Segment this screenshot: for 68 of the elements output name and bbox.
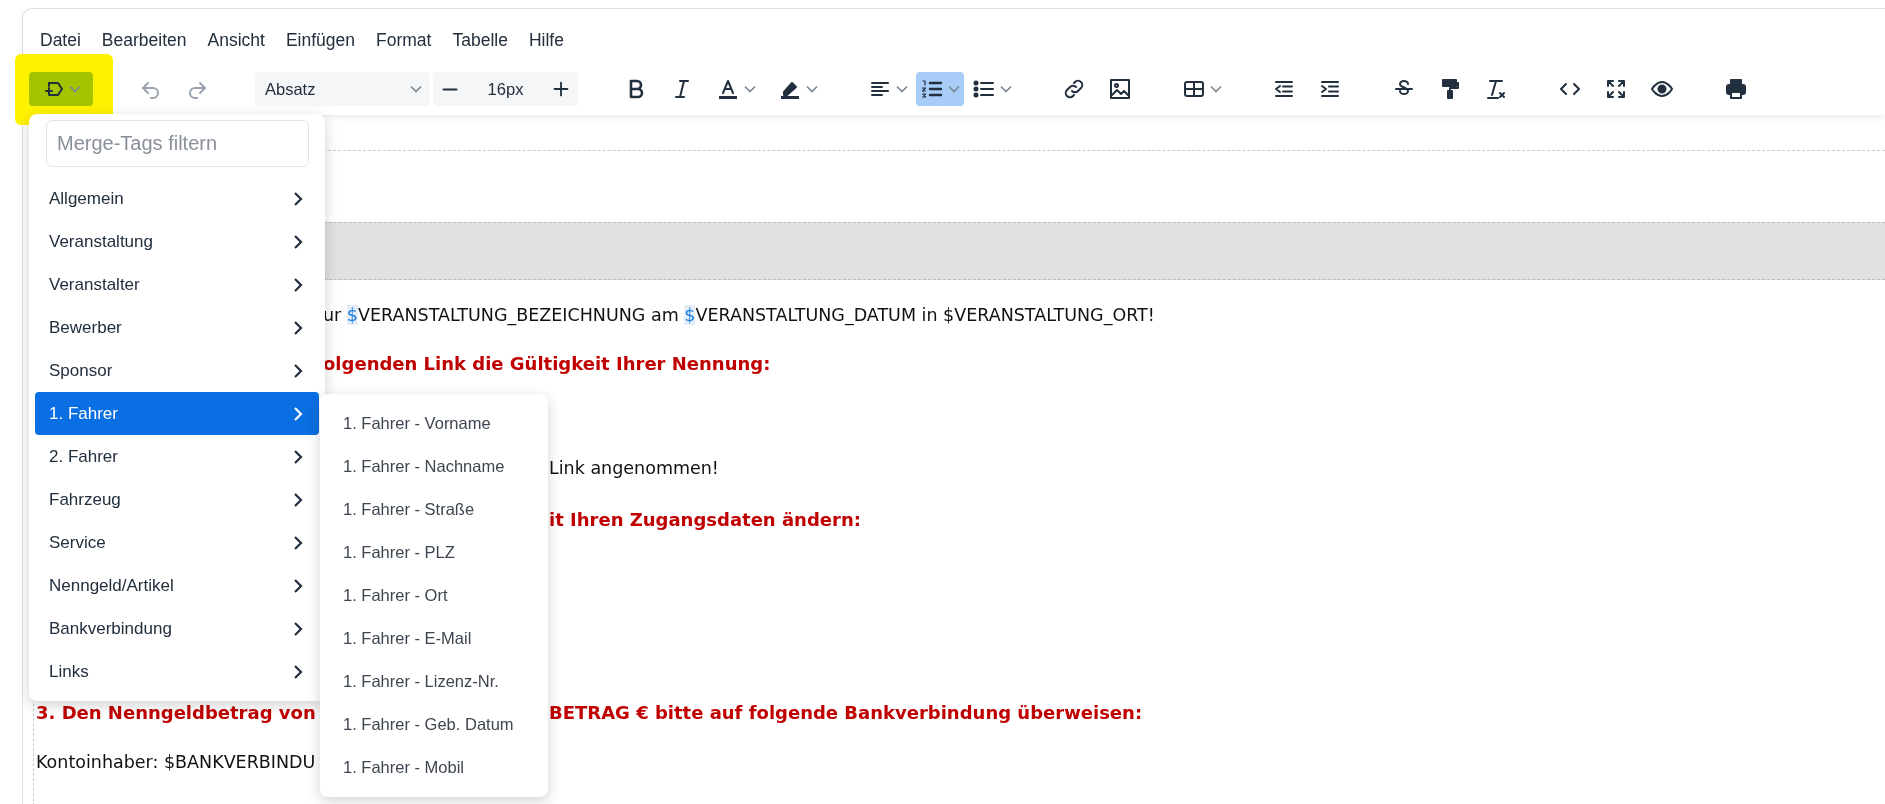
caret-icon bbox=[69, 85, 81, 93]
menu-item[interactable]: Hilfe bbox=[523, 29, 580, 51]
chevron-icon bbox=[293, 448, 303, 465]
clear-format-icon bbox=[1484, 77, 1508, 101]
submenu-item[interactable]: 1. Fahrer - Mobil bbox=[320, 746, 548, 789]
menu-item[interactable]: Veranstalter bbox=[35, 263, 319, 306]
menu-item[interactable]: Tabelle bbox=[447, 29, 524, 51]
font-size-field[interactable]: 16px bbox=[433, 72, 578, 106]
menu-item[interactable]: Bewerber bbox=[35, 306, 319, 349]
document-text: it Ihren Zugangsdaten ändern: bbox=[548, 508, 861, 532]
caret-icon bbox=[1210, 85, 1222, 93]
minus-icon bbox=[442, 87, 458, 91]
caret-icon bbox=[896, 85, 908, 93]
caret-icon bbox=[948, 85, 960, 93]
menu-item[interactable]: Datei bbox=[35, 29, 97, 51]
print-icon bbox=[1724, 77, 1748, 101]
numbered-list-button[interactable] bbox=[916, 72, 964, 106]
fullscreen-icon bbox=[1604, 77, 1628, 101]
font-size-value: 16px bbox=[486, 79, 525, 99]
chevron-icon bbox=[293, 190, 303, 207]
document-text: Link angenommen! bbox=[548, 457, 719, 480]
chevron-icon bbox=[293, 534, 303, 551]
text-color-icon bbox=[716, 77, 740, 101]
menu-item[interactable]: 2. Fahrer bbox=[35, 435, 319, 478]
menu-item[interactable]: Allgemein bbox=[35, 177, 319, 220]
caret-icon bbox=[744, 85, 756, 93]
chevron-icon bbox=[293, 577, 303, 594]
menu-item[interactable]: Sponsor bbox=[35, 349, 319, 392]
numbered-list-icon bbox=[920, 77, 944, 101]
menu-item[interactable]: 1. Fahrer bbox=[35, 392, 319, 435]
chevron-icon bbox=[293, 233, 303, 250]
menu-item[interactable]: Format bbox=[371, 29, 448, 51]
menu-item[interactable]: Veranstaltung bbox=[35, 220, 319, 263]
link-icon bbox=[1062, 77, 1086, 101]
menu-item[interactable]: Nenngeld/Artikel bbox=[35, 564, 319, 607]
caret-icon bbox=[410, 85, 422, 93]
menu-item[interactable]: Links bbox=[35, 650, 319, 693]
submenu-item[interactable]: 1. Fahrer - Straße bbox=[320, 488, 548, 531]
submenu-item[interactable]: 1. Fahrer - E-Mail bbox=[320, 617, 548, 660]
menu-item[interactable]: Einfügen bbox=[280, 29, 371, 51]
submenu-item[interactable]: 1. Fahrer - Ort bbox=[320, 574, 548, 617]
chevron-icon bbox=[293, 319, 303, 336]
menu-item[interactable]: Bearbeiten bbox=[96, 29, 203, 51]
chevron-icon bbox=[293, 620, 303, 637]
document-text: BETRAG € bitte auf folgende Bankverbindung überweisen: bbox=[548, 701, 1143, 725]
merge-tag-button[interactable] bbox=[29, 72, 93, 106]
submenu-item[interactable]: 1. Fahrer - Geb. Datum bbox=[320, 703, 548, 746]
menu-item[interactable]: Bankverbindung bbox=[35, 607, 319, 650]
submenu-item[interactable]: 1. Fahrer - Nachname bbox=[320, 445, 548, 488]
submenu-item[interactable]: 1. Fahrer - Lizenz-Nr. bbox=[320, 660, 548, 703]
menu-item[interactable]: Fahrzeug bbox=[35, 478, 319, 521]
image-icon bbox=[1108, 77, 1132, 101]
menu-item[interactable]: Service bbox=[35, 521, 319, 564]
menu-item[interactable]: Ansicht bbox=[202, 29, 281, 51]
document-text: Kontoinhaber: $BANKVERBINDU bbox=[35, 751, 316, 774]
chevron-icon bbox=[293, 362, 303, 379]
chevron-icon bbox=[293, 663, 303, 680]
submenu-item[interactable]: 1. Fahrer - PLZ bbox=[320, 531, 548, 574]
caret-icon bbox=[806, 85, 818, 93]
document-text: 3. Den Nenngeldbetrag von bbox=[35, 701, 316, 725]
submenu-item[interactable]: 1. Fahrer - Vorname bbox=[320, 402, 548, 445]
chevron-icon bbox=[293, 276, 303, 293]
chevron-icon bbox=[293, 405, 303, 422]
chevron-icon bbox=[293, 491, 303, 508]
document-text: olgenden Link die Gültigkeit Ihrer Nennung: bbox=[322, 352, 771, 376]
filter-field[interactable]: Merge-Tags filtern bbox=[46, 120, 309, 167]
caret-icon bbox=[1000, 85, 1012, 93]
block-format-select[interactable]: Absatz bbox=[255, 72, 430, 106]
